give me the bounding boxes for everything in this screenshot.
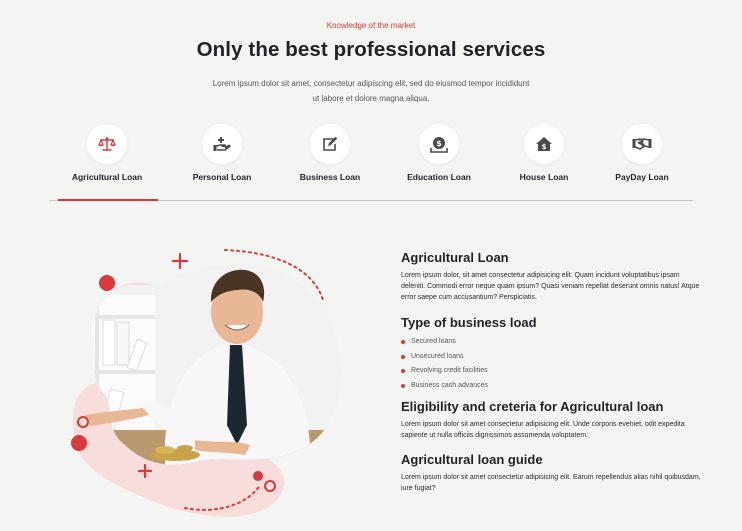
details-section-eligibility: Eligibility and creteria for Agricultura… xyxy=(401,399,701,441)
list-item: Revolving credit facilities xyxy=(401,364,701,379)
tab-icon-circle xyxy=(87,124,127,164)
tab-icon-circle xyxy=(310,124,350,164)
scales-icon xyxy=(98,137,116,151)
hand-plus-icon xyxy=(213,137,231,151)
tab-label: Education Loan xyxy=(407,172,471,182)
section-text: Lorem ipsum dolor, sit amet consectetur … xyxy=(401,272,700,301)
svg-text:$: $ xyxy=(436,139,442,148)
tab-label: PayDay Loan xyxy=(615,172,669,182)
tab-house-loan[interactable]: $ House Loan xyxy=(489,124,599,201)
section-heading: Agricultural loan guide xyxy=(401,452,543,467)
loan-tabs: Agricultural Loan Personal Loan Business… xyxy=(49,124,693,201)
section-eyebrow: Knowledge of the market xyxy=(326,21,416,30)
house-dollar-icon: $ xyxy=(536,137,552,151)
loan-type-list: Secured loans Unsecured loans Revolving … xyxy=(401,335,701,393)
decor-dot xyxy=(253,471,263,481)
section-title: Only the best professional services xyxy=(196,38,546,61)
active-tab-indicator xyxy=(58,199,158,201)
tab-education-loan[interactable]: $ Education Loan xyxy=(384,124,494,201)
section-intro: Lorem ipsum dolor sit amet, consectetur … xyxy=(212,79,530,103)
edit-note-icon xyxy=(323,136,338,151)
details-section-guide: Agricultural loan guide Lorem ipsum dolo… xyxy=(401,452,701,494)
decor-dot xyxy=(71,435,87,451)
handshake-icon xyxy=(632,138,652,150)
details-section-overview: Agricultural Loan Lorem ipsum dolor, sit… xyxy=(401,250,701,303)
tab-payday-loan[interactable]: PayDay Loan xyxy=(587,124,697,201)
hero-illustration xyxy=(45,240,365,520)
section-text: Lorem ipsum dolor sit amet consectetur a… xyxy=(401,421,685,439)
svg-text:$: $ xyxy=(542,143,547,151)
tab-icon-circle xyxy=(622,124,662,164)
details-section-types: Type of business load Secured loans Unse… xyxy=(401,315,701,393)
section-heading: Agricultural Loan xyxy=(401,250,509,265)
tab-label: Personal Loan xyxy=(192,172,252,182)
tab-label: Business Loan xyxy=(299,172,361,182)
decor-dot xyxy=(99,275,115,291)
money-bag-icon: $ xyxy=(430,136,448,153)
list-item: Business cash advances xyxy=(401,379,701,394)
section-heading: Eligibility and creteria for Agricultura… xyxy=(401,399,664,414)
tab-icon-circle xyxy=(202,124,242,164)
tab-icon-circle: $ xyxy=(524,124,564,164)
tab-agricultural-loan[interactable]: Agricultural Loan xyxy=(52,124,162,201)
tab-label: Agricultural Loan xyxy=(71,172,143,182)
section-text: Lorem ipsum dolor sit amet consectetur a… xyxy=(401,474,701,492)
list-item: Unsecured loans xyxy=(401,350,701,365)
list-item: Secured loans xyxy=(401,335,701,350)
tab-business-loan[interactable]: Business Loan xyxy=(275,124,385,201)
tab-personal-loan[interactable]: Personal Loan xyxy=(167,124,277,201)
section-heading: Type of business load xyxy=(401,315,537,330)
tab-icon-circle: $ xyxy=(419,124,459,164)
tab-label: House Loan xyxy=(519,172,569,182)
